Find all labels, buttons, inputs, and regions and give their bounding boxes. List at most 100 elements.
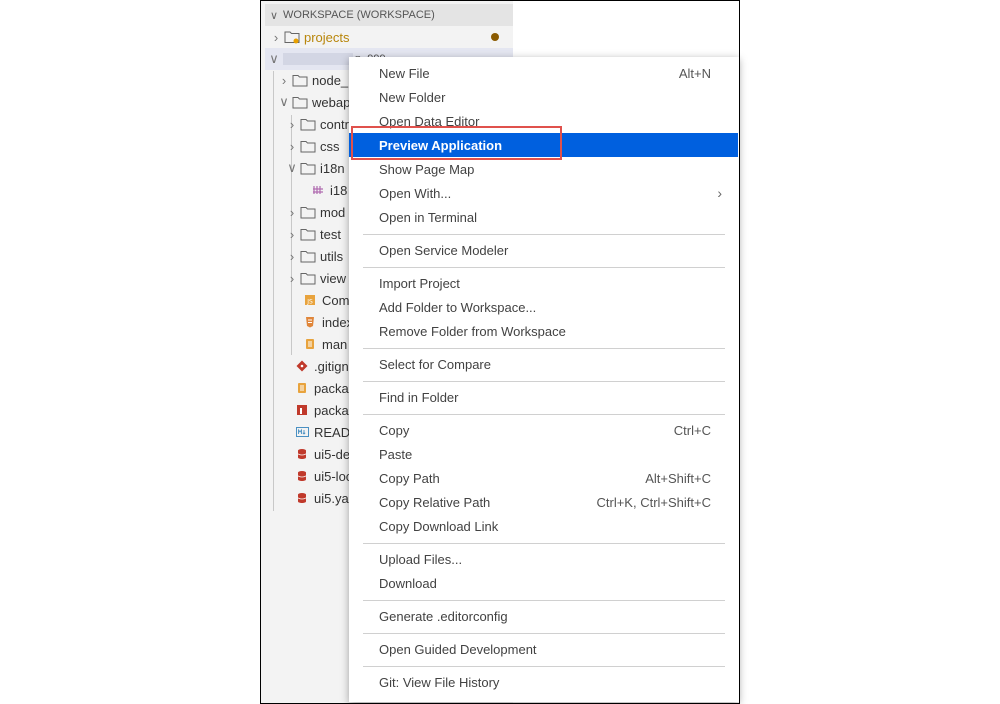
menu-separator	[363, 381, 725, 382]
chevron-down-icon: ∨	[269, 9, 279, 22]
menu-item-label: Copy Relative Path	[379, 494, 491, 510]
tree-item-package-lock[interactable]: packa	[293, 377, 349, 399]
menu-item-new-folder[interactable]: New Folder	[349, 85, 738, 109]
tree-item-css[interactable]: › css	[285, 135, 340, 157]
tree-item-utils[interactable]: › utils	[285, 245, 343, 267]
tree-item-readme[interactable]: READ	[293, 421, 350, 443]
context-menu: New File Alt+N New Folder Open Data Edit…	[349, 57, 739, 702]
tree-item-test[interactable]: › test	[285, 223, 341, 245]
tree-item-label: utils	[320, 248, 344, 264]
menu-item-label: Copy	[379, 422, 410, 438]
chevron-right-icon: ›	[273, 29, 279, 45]
menu-separator	[363, 414, 725, 415]
menu-item-preview-application[interactable]: Preview Application	[349, 133, 738, 157]
tree-item-manifest-json[interactable]: man	[301, 333, 347, 355]
json-file-icon	[293, 382, 311, 394]
js-file-icon: JS	[301, 294, 319, 306]
menu-item-add-folder-to-workspace[interactable]: Add Folder to Workspace...	[349, 295, 738, 319]
npm-file-icon	[293, 404, 311, 416]
menu-item-label: Open in Terminal	[379, 209, 478, 225]
menu-item-label: Select for Compare	[379, 356, 491, 372]
yaml-file-icon	[293, 492, 311, 504]
tree-item-ui5-yaml[interactable]: ui5.ya	[293, 487, 349, 509]
menu-item-open-with[interactable]: Open With... ›	[349, 181, 738, 205]
chevron-down-icon: ∨	[287, 160, 297, 175]
menu-item-label: Download	[379, 575, 437, 591]
menu-item-open-guided-development[interactable]: Open Guided Development	[349, 637, 738, 661]
menu-item-upload-files[interactable]: Upload Files...	[349, 547, 738, 571]
menu-item-label: Generate .editorconfig	[379, 608, 508, 624]
menu-separator	[363, 267, 725, 268]
tree-item-label: READ	[314, 424, 351, 440]
menu-item-open-in-terminal[interactable]: Open in Terminal	[349, 205, 738, 229]
tree-item-label: ui5-de	[314, 446, 351, 462]
menu-item-label: Open Guided Development	[379, 641, 537, 657]
menu-item-shortcut: Alt+Shift+C	[645, 470, 711, 486]
folder-icon	[299, 118, 317, 131]
tree-item-node-modules[interactable]: › node_	[277, 69, 348, 91]
tree-item-controller[interactable]: › contr	[285, 113, 349, 135]
html-file-icon	[301, 316, 319, 328]
folder-icon	[299, 206, 317, 219]
git-icon	[293, 360, 311, 372]
tree-item-label: mod	[320, 204, 346, 220]
tree-item-gitignore[interactable]: .gitign	[293, 355, 349, 377]
tree-item-index-html[interactable]: index	[301, 311, 353, 333]
workspace-header[interactable]: ∨ WORKSPACE (WORKSPACE)	[265, 4, 513, 26]
menu-item-new-file[interactable]: New File Alt+N	[349, 61, 738, 85]
tree-item-i18n-properties[interactable]: i18	[309, 179, 347, 201]
chevron-right-icon: ›	[289, 270, 295, 286]
menu-item-label: Open With...	[379, 185, 452, 201]
menu-item-copy[interactable]: Copy Ctrl+C	[349, 418, 738, 442]
redacted-name	[283, 53, 353, 65]
menu-item-label: Import Project	[379, 275, 460, 291]
menu-item-shortcut: Alt+N	[678, 65, 711, 81]
menu-item-select-for-compare[interactable]: Select for Compare	[349, 352, 738, 376]
json-file-icon	[301, 338, 319, 350]
menu-item-generate-editorconfig[interactable]: Generate .editorconfig	[349, 604, 738, 628]
folder-icon	[291, 96, 309, 109]
folder-icon	[283, 30, 301, 44]
tree-item-label: packa	[314, 380, 349, 396]
menu-item-label: Open Service Modeler	[379, 242, 509, 258]
menu-item-open-service-modeler[interactable]: Open Service Modeler	[349, 238, 738, 262]
menu-separator	[363, 666, 725, 667]
menu-item-find-in-folder[interactable]: Find in Folder	[349, 385, 738, 409]
chevron-right-icon: ›	[289, 138, 295, 154]
menu-item-label: Add Folder to Workspace...	[379, 299, 537, 315]
tree-item-model[interactable]: › mod	[285, 201, 345, 223]
tree-item-label: ui5-loc	[314, 468, 353, 484]
tree-item-label: man	[322, 336, 348, 352]
markdown-file-icon	[293, 427, 311, 437]
menu-item-copy-relative-path[interactable]: Copy Relative Path Ctrl+K, Ctrl+Shift+C	[349, 490, 738, 514]
menu-item-shortcut: Ctrl+K, Ctrl+Shift+C	[596, 494, 711, 510]
tree-item-view[interactable]: › view	[285, 267, 346, 289]
tree-item-label: css	[320, 138, 340, 154]
menu-item-remove-folder-from-workspace[interactable]: Remove Folder from Workspace	[349, 319, 738, 343]
menu-item-import-project[interactable]: Import Project	[349, 271, 738, 295]
tree-item-ui5-deploy[interactable]: ui5-de	[293, 443, 350, 465]
menu-item-show-page-map[interactable]: Show Page Map	[349, 157, 738, 181]
menu-item-copy-path[interactable]: Copy Path Alt+Shift+C	[349, 466, 738, 490]
tree-item-i18n[interactable]: ∨ i18n	[285, 157, 344, 179]
menu-item-label: Copy Download Link	[379, 518, 499, 534]
yaml-file-icon	[293, 448, 311, 460]
menu-item-open-data-editor[interactable]: Open Data Editor	[349, 109, 738, 133]
tree-item-label: contr	[320, 116, 349, 132]
menu-item-label: Git: View File History	[379, 674, 500, 690]
menu-item-shortcut: Ctrl+C	[673, 422, 711, 438]
yaml-file-icon	[293, 470, 311, 482]
tree-item-label: webap	[312, 94, 351, 110]
menu-item-download[interactable]: Download	[349, 571, 738, 595]
menu-item-paste[interactable]: Paste	[349, 442, 738, 466]
tree-item-package-json[interactable]: packa	[293, 399, 349, 421]
menu-item-git-view-file-history[interactable]: Git: View File History	[349, 670, 738, 694]
tree-item-ui5-local[interactable]: ui5-loc	[293, 465, 352, 487]
chevron-down-icon: ∨	[279, 94, 289, 109]
tree-item-component-js[interactable]: JS Com	[301, 289, 349, 311]
tree-item-label: .gitign	[314, 358, 349, 374]
tree-item-webapp[interactable]: ∨ webap	[277, 91, 350, 113]
menu-item-label: Open Data Editor	[379, 113, 480, 129]
tree-item-projects[interactable]: › projects	[269, 26, 513, 48]
menu-item-copy-download-link[interactable]: Copy Download Link	[349, 514, 738, 538]
